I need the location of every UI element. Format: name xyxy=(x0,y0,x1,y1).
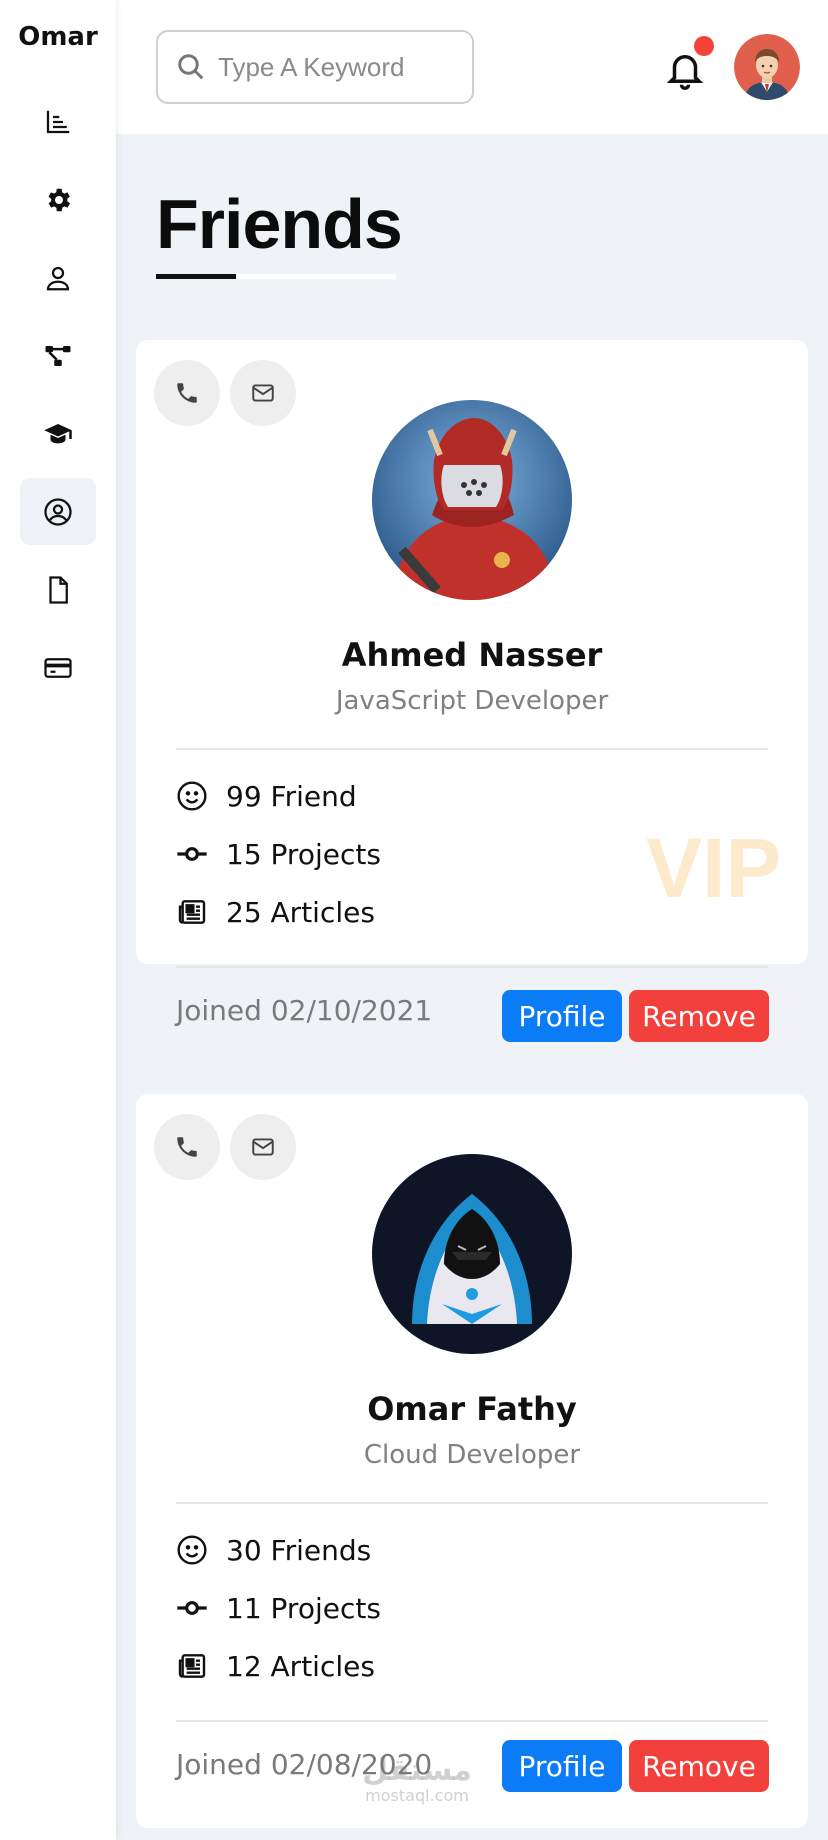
friend-name: Omar Fathy xyxy=(367,1390,577,1428)
watermark-site: mostaql.com xyxy=(365,1786,469,1805)
friend-card: Omar Fathy Cloud Developer 30 Friends 11… xyxy=(136,1094,808,1828)
user-avatar[interactable] xyxy=(734,34,800,100)
friend-card: Ahmed Nasser JavaScript Developer 99 Fri… xyxy=(136,340,808,968)
call-button[interactable] xyxy=(154,360,220,426)
chart-icon xyxy=(46,110,70,133)
top-header xyxy=(116,0,828,134)
email-button[interactable] xyxy=(230,360,296,426)
search-box[interactable] xyxy=(156,30,474,104)
remove-button[interactable]: Remove xyxy=(629,990,769,1042)
smile-icon xyxy=(177,781,207,811)
commit-icon xyxy=(177,1601,207,1615)
stat-friends-label: 99 Friend xyxy=(226,779,357,813)
divider xyxy=(176,748,768,750)
brand-title: Omar xyxy=(18,22,98,52)
friend-name: Ahmed Nasser xyxy=(341,636,603,674)
credit-card-icon xyxy=(44,657,72,678)
phone-icon xyxy=(177,383,197,403)
friend-avatar xyxy=(372,400,572,600)
stat-articles: 25 Articles xyxy=(176,892,375,932)
envelope-icon xyxy=(252,1138,274,1156)
newspaper-icon xyxy=(178,1654,206,1678)
divider xyxy=(176,1502,768,1504)
stat-friends: 99 Friend xyxy=(176,776,357,816)
sidebar-item-files[interactable] xyxy=(20,556,96,623)
sidebar: Omar xyxy=(0,0,116,1840)
commit-icon xyxy=(177,847,207,861)
sidebar-item-courses[interactable] xyxy=(20,400,96,467)
user-icon xyxy=(46,266,70,290)
search-icon xyxy=(178,54,204,80)
friend-role: JavaScript Developer xyxy=(335,686,609,716)
phone-icon xyxy=(177,1137,197,1157)
divider xyxy=(176,1720,768,1722)
joined-date: Joined 02/10/2021 xyxy=(176,994,433,1027)
stat-projects-label: 15 Projects xyxy=(226,837,381,871)
stat-articles-label: 25 Articles xyxy=(226,895,375,929)
envelope-icon xyxy=(252,384,274,402)
watermark-arabic: مستقل xyxy=(362,1753,472,1788)
stat-articles-label: 12 Articles xyxy=(226,1649,375,1683)
profile-button[interactable]: Profile xyxy=(502,1740,622,1792)
remove-button[interactable]: Remove xyxy=(629,1740,769,1792)
page-title: Friends xyxy=(156,185,403,263)
file-icon xyxy=(49,575,68,604)
user-circle-icon xyxy=(44,497,72,526)
newspaper-icon xyxy=(178,900,206,924)
stat-projects: 15 Projects xyxy=(176,834,381,874)
graduation-cap-icon xyxy=(44,423,72,443)
stat-projects-label: 11 Projects xyxy=(226,1591,381,1625)
gear-icon xyxy=(48,188,70,211)
profile-button[interactable]: Profile xyxy=(502,990,622,1042)
diagram-icon xyxy=(45,345,71,366)
friend-role: Cloud Developer xyxy=(363,1440,581,1470)
smile-icon xyxy=(177,1535,207,1565)
email-button[interactable] xyxy=(230,1114,296,1180)
sidebar-item-plans[interactable] xyxy=(20,634,96,701)
main-content: Friends Ahmed Nasser JavaScript Develope… xyxy=(116,134,828,1840)
divider xyxy=(176,966,768,968)
friend-avatar xyxy=(372,1154,572,1354)
stat-articles: 12 Articles xyxy=(176,1646,375,1686)
stat-projects: 11 Projects xyxy=(176,1588,381,1628)
sidebar-item-dashboard[interactable] xyxy=(20,88,96,155)
call-button[interactable] xyxy=(154,1114,220,1180)
sidebar-item-friends[interactable] xyxy=(20,478,96,545)
vip-badge: VIP xyxy=(646,821,782,915)
watermark: مستقل mostaql.com xyxy=(362,1753,472,1806)
title-underline xyxy=(156,274,396,279)
sidebar-item-profile[interactable] xyxy=(20,244,96,311)
sidebar-item-projects[interactable] xyxy=(20,322,96,389)
stat-friends: 30 Friends xyxy=(176,1530,371,1570)
search-input[interactable] xyxy=(218,51,468,83)
notification-badge xyxy=(694,36,714,56)
stat-friends-label: 30 Friends xyxy=(226,1533,372,1567)
sidebar-item-settings[interactable] xyxy=(20,166,96,233)
